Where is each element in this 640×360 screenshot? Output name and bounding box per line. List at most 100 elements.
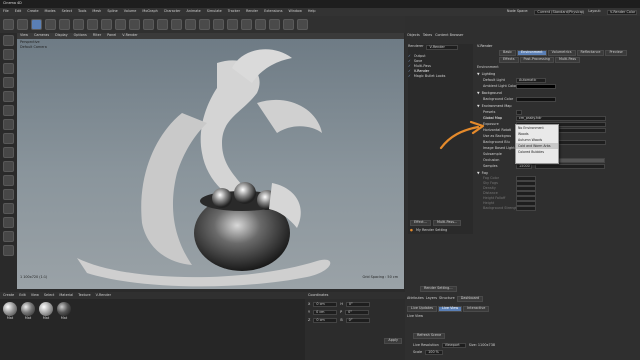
render-picture-viewer-icon[interactable] — [157, 19, 168, 30]
live-selection-icon[interactable] — [31, 19, 42, 30]
light-icon[interactable] — [283, 19, 294, 30]
tab-preview[interactable]: Preview — [605, 50, 627, 56]
menu-help[interactable]: Help — [308, 9, 316, 13]
viewport-menu-panel[interactable]: Panel — [107, 33, 116, 37]
menu-create[interactable]: Create — [27, 9, 38, 13]
menu-tracker[interactable]: Tracker — [228, 9, 240, 13]
mat-menu-material[interactable]: Material — [59, 293, 73, 297]
section-lighting[interactable]: Lighting — [482, 72, 496, 76]
texture-mode-icon[interactable] — [3, 63, 14, 74]
viewport-menu-filter[interactable]: Filter — [93, 33, 101, 37]
tab-structure[interactable]: Structure — [439, 296, 455, 300]
rot-p-field[interactable]: 0° — [345, 310, 370, 315]
tab-multipass[interactable]: Multi-Pass — [554, 57, 580, 63]
lock-workplane-icon[interactable] — [3, 175, 14, 186]
effect-button[interactable]: Effect... — [410, 220, 431, 226]
z-axis-icon[interactable] — [115, 19, 126, 30]
presets-dropdown[interactable] — [516, 109, 522, 115]
model-mode-icon[interactable] — [3, 49, 14, 60]
polygons-mode-icon[interactable] — [3, 119, 14, 130]
material-item[interactable]: Mat — [57, 302, 71, 320]
paint-icon[interactable] — [3, 231, 14, 242]
floor-icon[interactable] — [255, 19, 266, 30]
live-resolution-dropdown[interactable]: Viewport — [441, 343, 466, 349]
planar-workplane-icon[interactable] — [3, 189, 14, 200]
subdivision-icon[interactable] — [213, 19, 224, 30]
node-space-dropdown[interactable]: Current (Standard/Physical) — [534, 9, 584, 15]
menu-edit[interactable]: Edit — [15, 9, 22, 13]
tab-post-processing[interactable]: Post-Processing — [519, 57, 554, 63]
tab-live-view[interactable]: Live View — [438, 306, 463, 312]
tab-volumetrics[interactable]: Volumetrics — [547, 50, 576, 56]
coord-z-field[interactable]: 0 cm — [313, 318, 338, 323]
array-icon[interactable] — [227, 19, 238, 30]
check-icon[interactable]: ✓ — [408, 59, 411, 63]
coord-x-field[interactable]: 0 cm — [313, 302, 338, 307]
deformer-icon[interactable] — [241, 19, 252, 30]
tab-reflectance[interactable]: Reflectance — [576, 50, 605, 56]
check-icon[interactable]: ✓ — [408, 69, 411, 73]
section-fog[interactable]: Fog — [482, 171, 488, 175]
default-light-dropdown[interactable]: Automatic — [516, 77, 546, 83]
expand-icon[interactable]: ▼ — [477, 91, 480, 95]
undo-icon[interactable] — [3, 19, 14, 30]
viewport[interactable]: View Cameras Display Options Filter Pane… — [17, 33, 404, 289]
menu-volume[interactable]: Volume — [124, 9, 137, 13]
viewport-menu-options[interactable]: Options — [74, 33, 87, 37]
move-icon[interactable] — [45, 19, 56, 30]
tab-effects[interactable]: Effects — [499, 57, 519, 63]
render-settings-icon[interactable] — [171, 19, 182, 30]
vray-icon[interactable] — [297, 19, 308, 30]
rotate-icon[interactable] — [73, 19, 84, 30]
refresh-scene-button[interactable]: Refresh Scene — [413, 333, 446, 340]
camera-icon[interactable] — [269, 19, 280, 30]
sculpt-icon[interactable] — [3, 217, 14, 228]
menu-modes[interactable]: Modes — [45, 9, 56, 13]
check-icon[interactable]: ✓ — [408, 64, 411, 68]
viewport-menu-display[interactable]: Display — [55, 33, 68, 37]
scale-field[interactable]: 100 % — [425, 350, 444, 356]
fog-field[interactable] — [516, 206, 536, 212]
menu-simulate[interactable]: Simulate — [207, 9, 222, 13]
snap-icon[interactable] — [3, 161, 14, 172]
renderer-dropdown[interactable]: V-Render — [426, 44, 459, 50]
list-item-vrender[interactable]: V-Render — [414, 69, 429, 73]
scale-icon[interactable] — [59, 19, 70, 30]
world-coords-icon[interactable] — [129, 19, 140, 30]
mat-menu-create[interactable]: Create — [3, 293, 14, 297]
rot-b-field[interactable]: 0° — [345, 318, 370, 323]
list-item-save[interactable]: Save — [414, 59, 422, 63]
samples-slider[interactable] — [535, 163, 605, 169]
tab-environment[interactable]: Environment — [516, 50, 547, 56]
tab-live-updates[interactable]: Live Updates — [407, 306, 438, 312]
viewport-menu-vrender[interactable]: V-Render — [122, 33, 137, 37]
menu-spline[interactable]: Spline — [107, 9, 117, 13]
redo-icon[interactable] — [17, 19, 28, 30]
background-color-swatch[interactable] — [516, 96, 556, 102]
viewport-menu-cameras[interactable]: Cameras — [34, 33, 49, 37]
tab-objects[interactable]: Objects — [407, 33, 420, 37]
menu-extensions[interactable]: Extensions — [264, 9, 282, 13]
check-icon[interactable]: ✓ — [408, 74, 411, 78]
section-environment-map[interactable]: Environment Map — [482, 104, 512, 108]
tab-content-browser[interactable]: Content Browser — [435, 33, 463, 37]
mat-menu-texture[interactable]: Texture — [78, 293, 90, 297]
my-render-setting[interactable]: My Render Setting — [416, 228, 447, 232]
multipass-button[interactable]: Multi-Pass... — [433, 220, 462, 226]
expand-icon[interactable]: ▼ — [477, 72, 480, 76]
points-mode-icon[interactable] — [3, 91, 14, 102]
axis-mode-icon[interactable] — [3, 133, 14, 144]
dropdown-option[interactable]: Colored Bubbles — [516, 149, 558, 155]
coord-y-field[interactable]: 0 cm — [313, 310, 338, 315]
menu-window[interactable]: Window — [288, 9, 301, 13]
list-item-output[interactable]: Output — [414, 54, 426, 58]
menu-animate[interactable]: Animate — [187, 9, 201, 13]
environment-preset-dropdown[interactable]: No Environment Woods Autumn Woods Cold a… — [515, 124, 559, 164]
mat-menu-view[interactable]: View — [31, 293, 39, 297]
mat-menu-vrender[interactable]: V-Render — [96, 293, 111, 297]
menu-character[interactable]: Character — [164, 9, 181, 13]
workplane-icon[interactable] — [3, 77, 14, 88]
tab-interactive[interactable]: Interactive — [463, 306, 490, 312]
tweak-icon[interactable] — [3, 147, 14, 158]
tab-basic[interactable]: Basic — [499, 50, 516, 56]
